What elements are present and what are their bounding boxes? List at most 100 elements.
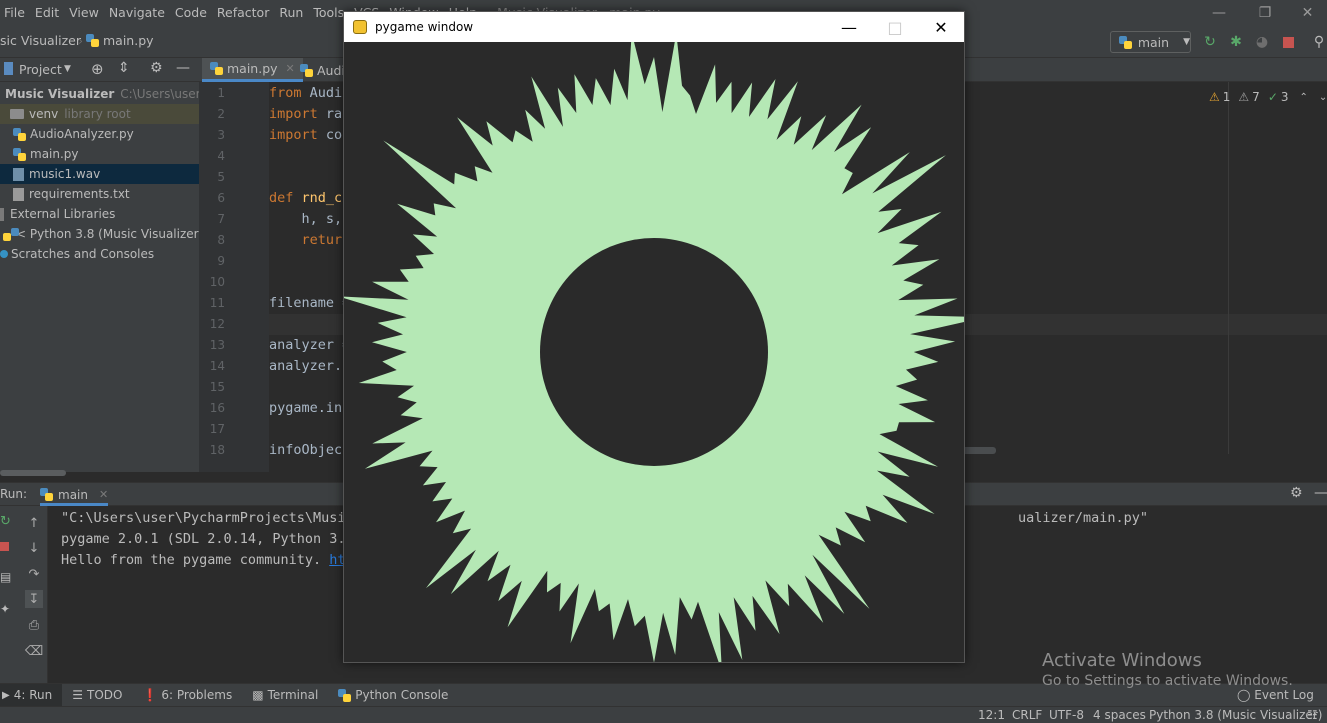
status-caret-position[interactable]: 12:1	[978, 708, 1005, 722]
tree-item-scratches[interactable]: Scratches and Consoles	[0, 244, 199, 264]
inspection-widget[interactable]: ⚠ 1 ⚠ 7 ✓ 3 ⌃ ⌄	[1209, 90, 1327, 104]
coverage-icon[interactable]: ◕	[1253, 33, 1271, 51]
menu-navigate[interactable]: Navigate	[104, 5, 170, 20]
pin-icon[interactable]: ✦	[0, 602, 10, 616]
layout-icon[interactable]: ▤	[0, 570, 11, 584]
tree-item-venv[interactable]: venv library root	[0, 104, 199, 124]
tree-item-label: AudioAnalyzer.py	[30, 127, 134, 141]
maximize-icon[interactable]: □	[872, 12, 918, 42]
line-number: 7	[217, 212, 225, 226]
status-indent[interactable]: 4 spaces	[1093, 708, 1146, 722]
line-number-gutter: 1 2 3 4 5 6 7 8 9 10 11 12 13 14 15 16 17 18	[199, 82, 269, 472]
debug-icon[interactable]: ✱	[1227, 33, 1245, 51]
tree-item-project-root[interactable]: Music Visualizer C:\Users\user\Pyc	[0, 84, 199, 104]
line-number: 11	[209, 296, 225, 310]
menu-edit[interactable]: Edit	[30, 5, 64, 20]
todo-icon: ☰	[72, 688, 83, 702]
minimize-icon[interactable]: —	[826, 12, 872, 42]
code-line: h, s,	[269, 211, 343, 227]
tree-item-external-libraries[interactable]: External Libraries	[0, 204, 199, 224]
project-scrollbar[interactable]	[0, 470, 66, 476]
minimize-icon[interactable]: —	[1196, 0, 1242, 25]
code-keyword: return	[269, 232, 351, 248]
status-interpreter[interactable]: Python 3.8 (Music Visualizer)	[1149, 708, 1322, 722]
hide-icon[interactable]: —	[176, 60, 190, 76]
locate-icon[interactable]: ⊕	[91, 60, 104, 78]
warning-icon: ⚠	[1209, 90, 1220, 104]
status-encoding[interactable]: UTF-8	[1049, 708, 1084, 722]
breadcrumb-project[interactable]: sic Visualizer	[0, 33, 81, 48]
line-number: 18	[209, 443, 225, 457]
stop-icon[interactable]	[0, 542, 9, 551]
close-icon[interactable]: ✕	[1288, 0, 1327, 25]
run-tab-label: main	[58, 487, 88, 502]
text-file-icon	[13, 187, 24, 201]
tool-window-label: 4: Run	[13, 688, 53, 702]
print-icon[interactable]: ⎙	[25, 616, 43, 634]
search-icon[interactable]: ⚲	[1310, 33, 1327, 51]
restore-icon[interactable]: ❐	[1242, 0, 1288, 25]
tool-window-python-console[interactable]: Python Console	[328, 684, 458, 707]
line-number: 16	[209, 401, 225, 415]
tree-item-main[interactable]: main.py	[0, 144, 199, 164]
weak-warning-icon: ⚠	[1238, 90, 1250, 104]
console-line-hello: Hello from the pygame community. htt	[61, 552, 354, 568]
tree-item-label: venv	[29, 107, 59, 121]
event-log-label: Event Log	[1254, 688, 1314, 702]
menu-view[interactable]: View	[64, 5, 104, 20]
menu-file[interactable]: File	[0, 5, 30, 20]
tree-item-audioanalyzer[interactable]: AudioAnalyzer.py	[0, 124, 199, 144]
pygame-canvas[interactable]	[338, 32, 987, 672]
rerun-icon[interactable]: ↻	[0, 514, 11, 529]
arrow-down-icon[interactable]: ↓	[25, 539, 43, 557]
lock-icon[interactable]: ☷	[1307, 708, 1318, 722]
menu-code[interactable]: Code	[170, 5, 212, 20]
problems-icon: ❗	[142, 688, 158, 702]
scroll-to-end-icon[interactable]: ↧	[25, 590, 43, 608]
collapse-all-icon[interactable]: ⇕	[118, 60, 130, 76]
close-icon[interactable]: ✕	[918, 12, 964, 42]
breadcrumb-file[interactable]: main.py	[86, 33, 154, 48]
chevron-down-icon[interactable]: ▼	[64, 64, 71, 74]
tool-window-terminal[interactable]: ▩ Terminal	[242, 684, 328, 707]
pygame-title-bar[interactable]: pygame window — □ ✕	[344, 12, 964, 42]
python-file-icon	[13, 127, 26, 141]
status-line-separator[interactable]: CRLF	[1012, 708, 1042, 722]
python-icon	[40, 488, 53, 501]
hide-icon[interactable]: —	[1314, 485, 1327, 501]
run-configuration-select[interactable]: main ▼	[1110, 31, 1191, 53]
chevron-down-icon[interactable]: ⌄	[1319, 92, 1327, 103]
menu-run[interactable]: Run	[274, 5, 308, 20]
activate-windows-watermark: Activate Windows Go to Settings to activ…	[1042, 650, 1293, 689]
code-text: h, s,	[269, 211, 343, 227]
warning-count: 1	[1222, 90, 1231, 104]
python-file-icon	[300, 63, 313, 77]
trash-icon[interactable]: ⌫	[25, 642, 43, 660]
tree-item-requirements[interactable]: requirements.txt	[0, 184, 199, 204]
line-number: 3	[217, 128, 225, 142]
gear-icon[interactable]: ⚙	[1290, 485, 1303, 501]
soft-wrap-icon[interactable]: ↷	[25, 565, 43, 583]
folder-icon	[10, 109, 24, 119]
typo-check-icon: ✓	[1267, 90, 1278, 104]
rerun-icon[interactable]: ↻	[1201, 33, 1219, 51]
arrow-up-icon[interactable]: ↑	[25, 514, 43, 532]
project-panel-title[interactable]: Project	[19, 62, 62, 77]
event-log-button[interactable]: ◯ Event Log	[1237, 688, 1314, 702]
tree-item-music1[interactable]: music1.wav	[0, 164, 199, 184]
close-tab-icon[interactable]: ✕	[99, 488, 108, 501]
tree-item-python-sdk[interactable]: < Python 3.8 (Music Visualizer) >	[0, 224, 199, 244]
console-line-command-tail: ualizer/main.py"	[1018, 510, 1149, 526]
chevron-up-icon[interactable]: ⌃	[1300, 92, 1308, 103]
run-tab-main[interactable]: main ✕	[40, 486, 109, 506]
line-number: 8	[217, 233, 225, 247]
tool-window-problems[interactable]: ❗ 6: Problems	[132, 684, 242, 707]
tab-main[interactable]: main.py ✕	[202, 58, 303, 82]
tool-window-todo[interactable]: ☰ TODO	[62, 684, 132, 707]
code-keyword: import	[269, 106, 318, 122]
gear-icon[interactable]: ⚙	[150, 60, 163, 76]
tool-window-run[interactable]: ▶ 4: Run	[0, 683, 63, 707]
menu-refactor[interactable]: Refactor	[212, 5, 274, 20]
code-keyword: from	[269, 85, 302, 101]
stop-icon[interactable]	[1279, 33, 1297, 51]
